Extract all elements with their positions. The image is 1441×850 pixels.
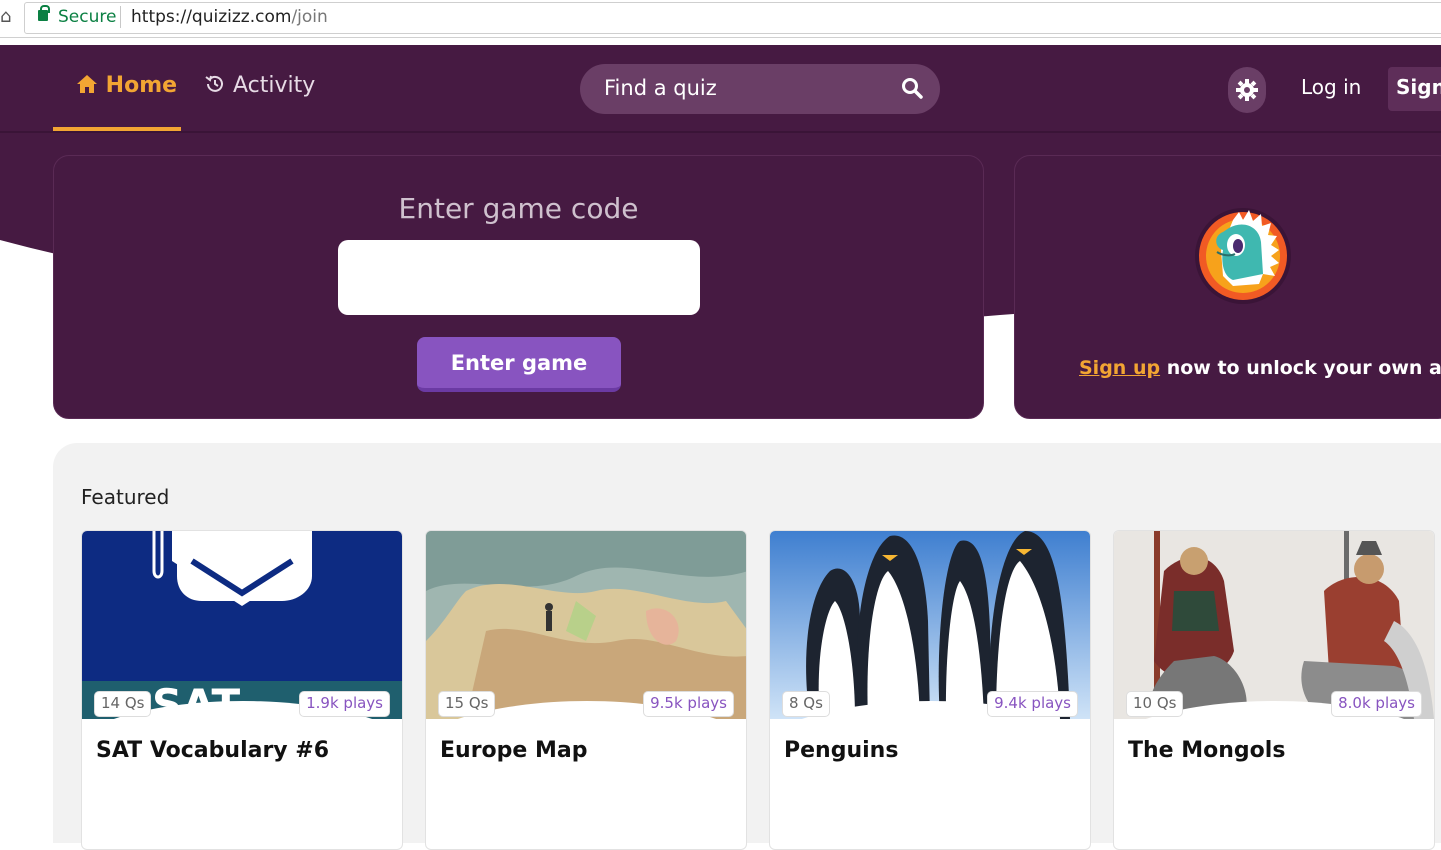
quiz-title: Penguins (784, 738, 899, 763)
search-icon[interactable] (900, 76, 924, 100)
home-icon (76, 73, 106, 98)
question-count-badge: 15 Qs (438, 691, 496, 717)
avatar-icon (1195, 208, 1291, 304)
quiz-card-sat[interactable]: SAT 14 Qs 1.9k plays SAT Vocabulary #6 (81, 530, 403, 850)
question-count-badge: 14 Qs (94, 691, 152, 717)
nav-activity[interactable]: Activity (204, 73, 315, 98)
quiz-card-mongols[interactable]: 10 Qs 8.0k plays The Mongols (1113, 530, 1435, 850)
lock-icon (38, 5, 50, 21)
featured-section: Featured SAT 14 Qs 1.9k plays SAT Vocabu… (53, 443, 1441, 850)
secure-label: Secure (58, 7, 117, 27)
quiz-title: Europe Map (440, 738, 588, 763)
login-link[interactable]: Log in (1301, 75, 1361, 99)
game-code-input[interactable] (338, 240, 700, 315)
nav-home[interactable]: Home (76, 73, 177, 98)
signup-button[interactable]: Sign up (1388, 67, 1441, 111)
join-game-panel: Enter game code Enter game (53, 155, 984, 419)
featured-heading: Featured (81, 485, 170, 509)
quiz-card-penguins[interactable]: 8 Qs 9.4k plays Penguins (769, 530, 1091, 850)
url-base: https://quizizz.com (131, 7, 292, 27)
browser-address-bar: ⌂ Secure https://quizizz.com/join (0, 0, 1441, 38)
plays-badge: 9.5k plays (643, 691, 734, 717)
home-icon[interactable]: ⌂ (0, 6, 18, 28)
plays-badge: 8.0k plays (1331, 691, 1422, 717)
plays-badge: 1.9k plays (299, 691, 390, 717)
url-separator (120, 6, 121, 28)
avatar-panel: Sign up now to unlock your own avatar (1014, 155, 1441, 419)
url-path: /join (291, 7, 328, 27)
avatar-signup-prompt: Sign up now to unlock your own avatar (1079, 357, 1441, 379)
plays-badge: 9.4k plays (987, 691, 1078, 717)
quiz-title: The Mongols (1128, 738, 1286, 763)
settings-button[interactable] (1228, 67, 1266, 113)
enter-game-button[interactable]: Enter game (417, 337, 621, 392)
search-input[interactable]: Find a quiz (604, 76, 717, 100)
nav-home-label: Home (105, 73, 178, 98)
question-count-badge: 8 Qs (782, 691, 830, 717)
game-code-heading: Enter game code (398, 192, 639, 225)
avatar-prompt-text: now to unlock your own avatar (1166, 357, 1441, 379)
avatar-signup-link[interactable]: Sign up (1079, 357, 1160, 379)
question-count-badge: 10 Qs (1126, 691, 1184, 717)
top-nav: Home Activity Find a quiz Log in Sign (0, 45, 1441, 133)
history-icon (204, 73, 233, 98)
active-tab-indicator (53, 127, 181, 131)
quiz-card-europe[interactable]: 15 Qs 9.5k plays Europe Map (425, 530, 747, 850)
quiz-title: SAT Vocabulary #6 (96, 738, 330, 763)
url-text[interactable]: https://quizizz.com/join (131, 7, 328, 27)
gear-icon (1236, 79, 1258, 101)
nav-activity-label: Activity (233, 73, 316, 98)
search-bar[interactable]: Find a quiz (580, 64, 940, 114)
